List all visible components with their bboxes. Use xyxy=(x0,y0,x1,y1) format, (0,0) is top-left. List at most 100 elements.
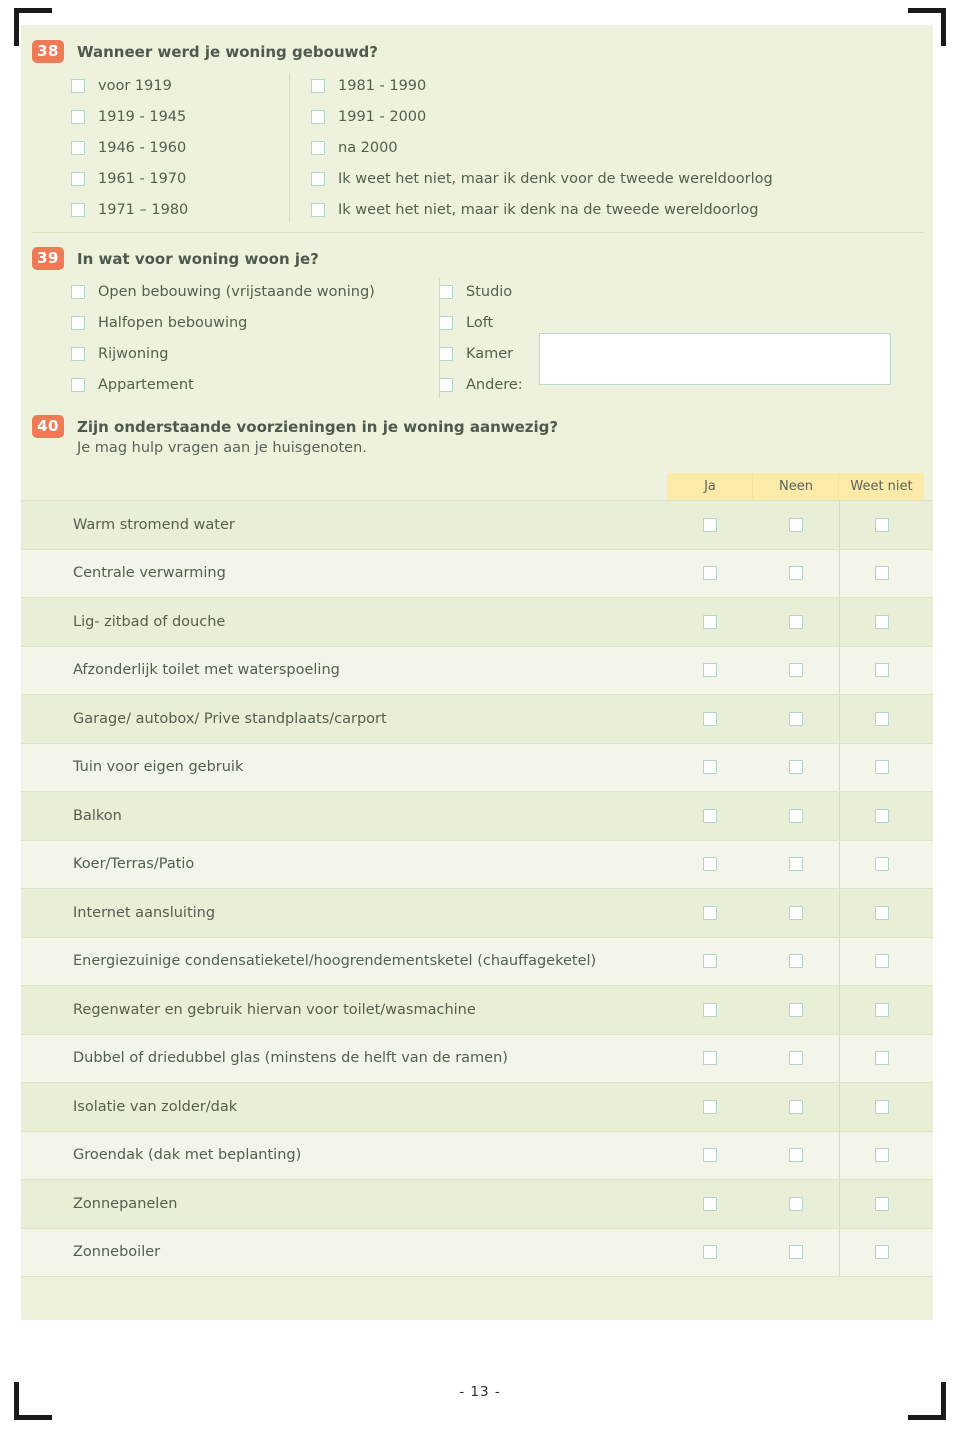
table-cell-ja[interactable] xyxy=(667,647,753,695)
checkbox-icon[interactable] xyxy=(789,1148,803,1163)
table-cell-neen[interactable] xyxy=(753,986,839,1034)
table-cell-ja[interactable] xyxy=(667,938,753,986)
checkbox-icon[interactable] xyxy=(789,517,803,532)
table-cell-ja[interactable] xyxy=(667,695,753,743)
table-cell-ja[interactable] xyxy=(667,1229,753,1277)
table-cell-ja[interactable] xyxy=(667,986,753,1034)
checkbox-icon[interactable] xyxy=(703,614,717,629)
table-cell-ja[interactable] xyxy=(667,841,753,889)
checkbox-icon[interactable] xyxy=(71,78,85,93)
option-row[interactable]: Studio xyxy=(439,276,523,307)
option-row[interactable]: 1919 - 1945 xyxy=(71,101,311,132)
checkbox-icon[interactable] xyxy=(703,1148,717,1163)
checkbox-icon[interactable] xyxy=(874,614,889,629)
checkbox-icon[interactable] xyxy=(789,1051,803,1066)
checkbox-icon[interactable] xyxy=(703,1002,717,1017)
checkbox-icon[interactable] xyxy=(874,1196,889,1211)
option-row[interactable]: Andere: xyxy=(439,369,523,400)
checkbox-icon[interactable] xyxy=(703,857,717,872)
option-row[interactable]: Rijwoning xyxy=(71,338,439,369)
checkbox-icon[interactable] xyxy=(71,377,85,392)
checkbox-icon[interactable] xyxy=(874,566,889,581)
option-row[interactable]: 1981 - 1990 xyxy=(311,70,773,101)
table-cell-neen[interactable] xyxy=(753,695,839,743)
option-row[interactable]: Appartement xyxy=(71,369,439,400)
checkbox-icon[interactable] xyxy=(71,315,85,330)
table-cell-weet-niet[interactable] xyxy=(839,1131,924,1180)
checkbox-icon[interactable] xyxy=(703,905,717,920)
table-cell-weet-niet[interactable] xyxy=(839,937,924,986)
checkbox-icon[interactable] xyxy=(311,140,325,155)
table-cell-neen[interactable] xyxy=(753,501,839,549)
option-row[interactable]: 1961 - 1970 xyxy=(71,163,311,194)
checkbox-icon[interactable] xyxy=(703,1196,717,1211)
table-cell-weet-niet[interactable] xyxy=(839,889,924,937)
table-cell-weet-niet[interactable] xyxy=(839,646,924,695)
table-cell-weet-niet[interactable] xyxy=(839,1180,924,1228)
table-cell-ja[interactable] xyxy=(667,1132,753,1180)
checkbox-icon[interactable] xyxy=(703,566,717,581)
checkbox-icon[interactable] xyxy=(789,954,803,969)
option-row[interactable]: Halfopen bebouwing xyxy=(71,307,439,338)
checkbox-icon[interactable] xyxy=(311,78,325,93)
checkbox-icon[interactable] xyxy=(703,663,717,678)
checkbox-icon[interactable] xyxy=(874,517,889,532)
checkbox-icon[interactable] xyxy=(789,663,803,678)
checkbox-icon[interactable] xyxy=(311,109,325,124)
checkbox-icon[interactable] xyxy=(703,1099,717,1114)
checkbox-icon[interactable] xyxy=(703,517,717,532)
table-cell-ja[interactable] xyxy=(667,598,753,646)
checkbox-icon[interactable] xyxy=(439,377,453,392)
table-cell-neen[interactable] xyxy=(753,744,839,792)
table-cell-weet-niet[interactable] xyxy=(839,792,924,840)
checkbox-icon[interactable] xyxy=(439,346,453,361)
table-cell-ja[interactable] xyxy=(667,744,753,792)
table-cell-neen[interactable] xyxy=(753,938,839,986)
question-39-other-input[interactable] xyxy=(539,333,891,385)
option-row[interactable]: Loft xyxy=(439,307,523,338)
checkbox-icon[interactable] xyxy=(71,202,85,217)
checkbox-icon[interactable] xyxy=(874,711,889,726)
checkbox-icon[interactable] xyxy=(874,857,889,872)
checkbox-icon[interactable] xyxy=(789,614,803,629)
checkbox-icon[interactable] xyxy=(703,1051,717,1066)
checkbox-icon[interactable] xyxy=(71,140,85,155)
option-row[interactable]: 1946 - 1960 xyxy=(71,132,311,163)
checkbox-icon[interactable] xyxy=(71,171,85,186)
checkbox-icon[interactable] xyxy=(703,760,717,775)
checkbox-icon[interactable] xyxy=(439,284,453,299)
checkbox-icon[interactable] xyxy=(874,1002,889,1017)
option-row[interactable]: Ik weet het niet, maar ik denk na de twe… xyxy=(311,194,773,225)
option-row[interactable]: Kamer xyxy=(439,338,523,369)
checkbox-icon[interactable] xyxy=(789,1099,803,1114)
table-cell-weet-niet[interactable] xyxy=(839,1034,924,1083)
table-cell-ja[interactable] xyxy=(667,1035,753,1083)
table-cell-neen[interactable] xyxy=(753,598,839,646)
checkbox-icon[interactable] xyxy=(703,1245,717,1260)
table-cell-weet-niet[interactable] xyxy=(839,501,924,549)
option-row[interactable]: Open bebouwing (vrijstaande woning) xyxy=(71,276,439,307)
checkbox-icon[interactable] xyxy=(789,1245,803,1260)
option-row[interactable]: 1991 - 2000 xyxy=(311,101,773,132)
checkbox-icon[interactable] xyxy=(71,284,85,299)
table-cell-neen[interactable] xyxy=(753,841,839,889)
table-cell-ja[interactable] xyxy=(667,792,753,840)
table-cell-weet-niet[interactable] xyxy=(839,1083,924,1131)
checkbox-icon[interactable] xyxy=(789,857,803,872)
table-cell-ja[interactable] xyxy=(667,1180,753,1228)
table-cell-neen[interactable] xyxy=(753,550,839,598)
checkbox-icon[interactable] xyxy=(703,711,717,726)
checkbox-icon[interactable] xyxy=(874,1099,889,1114)
table-cell-weet-niet[interactable] xyxy=(839,695,924,743)
checkbox-icon[interactable] xyxy=(789,711,803,726)
table-cell-neen[interactable] xyxy=(753,1132,839,1180)
checkbox-icon[interactable] xyxy=(874,1245,889,1260)
checkbox-icon[interactable] xyxy=(789,1002,803,1017)
table-cell-ja[interactable] xyxy=(667,889,753,937)
checkbox-icon[interactable] xyxy=(874,905,889,920)
table-cell-neen[interactable] xyxy=(753,1229,839,1277)
table-cell-weet-niet[interactable] xyxy=(839,598,924,646)
checkbox-icon[interactable] xyxy=(789,566,803,581)
checkbox-icon[interactable] xyxy=(439,315,453,330)
checkbox-icon[interactable] xyxy=(874,954,889,969)
